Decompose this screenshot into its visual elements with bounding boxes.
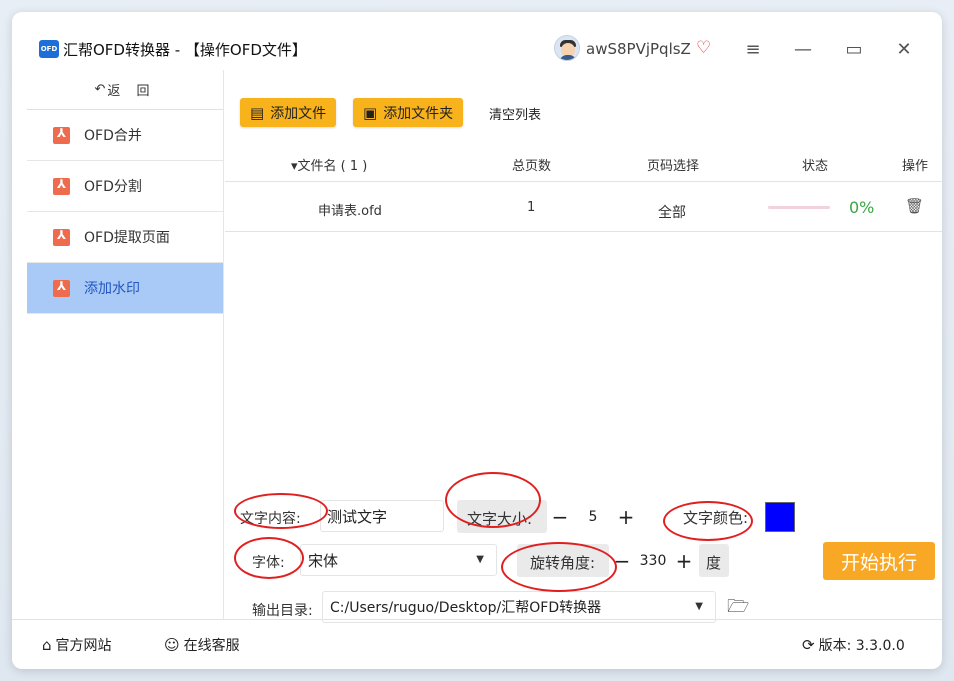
font-size-value[interactable]: 5 xyxy=(573,509,613,525)
font-label: 字体: xyxy=(252,555,285,571)
user-name[interactable]: awS8PVjPqlsZ xyxy=(586,40,691,58)
column-status: 状态 xyxy=(802,159,829,174)
text-color-label: 文字颜色: xyxy=(683,509,749,527)
trash-icon[interactable]: 🗑 xyxy=(905,197,924,215)
text-content-input[interactable]: 测试文字 xyxy=(320,500,444,532)
column-actions: 操作 xyxy=(902,159,929,174)
toolbar: ▤ 添加文件 ▣ 添加文件夹 清空列表 xyxy=(225,98,942,128)
increase-icon[interactable]: + xyxy=(613,505,639,529)
sidebar-item-ofd-merge[interactable]: OFD合并 xyxy=(27,110,223,161)
pdf-icon xyxy=(53,126,70,144)
column-filename[interactable]: ▾文件名 ( 1 ) xyxy=(291,155,367,174)
sidebar-item-label: OFD分割 xyxy=(84,179,142,195)
add-file-button[interactable]: ▤ 添加文件 xyxy=(240,98,337,127)
output-dir-label: 输出目录: xyxy=(252,603,313,619)
font-size-stepper[interactable]: − 5 + xyxy=(547,500,647,533)
file-icon: ▤ xyxy=(250,103,265,122)
back-button[interactable]: ↶ 返 回 xyxy=(27,70,223,110)
rotation-label-box: 旋转角度: xyxy=(517,544,609,577)
output-dir-value: C:/Users/ruguo/Desktop/汇帮OFD转换器 xyxy=(330,600,602,616)
rotation-label: 旋转角度: xyxy=(530,554,596,572)
menu-icon[interactable]: ≡ xyxy=(738,34,768,64)
chevron-down-icon: ▼ xyxy=(695,601,703,612)
add-file-label: 添加文件 xyxy=(270,105,327,122)
sidebar-item-ofd-extract[interactable]: OFD提取页面 xyxy=(27,212,223,263)
vip-heart-icon[interactable]: ♡ xyxy=(696,38,711,58)
add-folder-button[interactable]: ▣ 添加文件夹 xyxy=(353,98,464,127)
sidebar-item-label: OFD提取页面 xyxy=(84,230,170,246)
sidebar-item-label: 添加水印 xyxy=(84,281,140,297)
pdf-icon xyxy=(53,279,70,297)
home-icon: ⌂ xyxy=(42,636,52,654)
refresh-icon: ⟳ xyxy=(802,636,815,654)
version-info[interactable]: ⟳ 版本: 3.3.0.0 xyxy=(802,635,905,655)
decrease-icon[interactable]: − xyxy=(547,505,573,529)
sidebar-item-label: OFD合并 xyxy=(84,128,142,144)
support-agent-icon: ☺ xyxy=(164,636,180,654)
back-button-label: 返 回 xyxy=(107,84,156,99)
footer: ⌂ 官方网站 ☺ 在线客服 ⟳ 版本: 3.3.0.0 xyxy=(12,619,942,669)
close-button[interactable]: ✕ xyxy=(889,34,919,64)
font-size-label-box: 文字大小: xyxy=(457,500,547,533)
title-bar: OFD 汇帮OFD转换器 - 【操作OFD文件】 awS8PVjPqlsZ ♡ … xyxy=(12,12,942,70)
sidebar-item-ofd-split[interactable]: OFD分割 xyxy=(27,161,223,212)
user-avatar[interactable] xyxy=(554,35,580,61)
add-folder-label: 添加文件夹 xyxy=(383,105,454,122)
minimize-button[interactable]: — xyxy=(788,34,818,64)
font-select[interactable]: 宋体 ▼ xyxy=(300,544,497,576)
row-page-select[interactable]: 全部 xyxy=(658,202,686,222)
rotation-unit-box: 度 xyxy=(699,544,729,577)
row-pages: 1 xyxy=(527,200,536,215)
progress-bar xyxy=(768,206,830,209)
support-link[interactable]: ☺ 在线客服 xyxy=(164,635,240,655)
table-row[interactable]: 申请表.ofd 1 全部 0% 🗑 xyxy=(225,183,942,232)
progress-percent: 0% xyxy=(849,198,875,217)
back-arrow-icon: ↶ xyxy=(94,82,106,97)
chevron-down-icon: ▼ xyxy=(476,554,484,565)
column-pages: 总页数 xyxy=(512,159,552,174)
maximize-button[interactable]: ▭ xyxy=(839,34,869,64)
text-content-label: 文字内容: xyxy=(240,511,301,527)
start-button[interactable]: 开始执行 xyxy=(823,542,935,580)
support-label: 在线客服 xyxy=(183,638,240,654)
font-select-value: 宋体 xyxy=(308,552,339,570)
rotation-unit: 度 xyxy=(706,554,722,572)
version-label: 版本: 3.3.0.0 xyxy=(818,638,905,654)
sidebar-item-add-watermark[interactable]: 添加水印 xyxy=(27,263,223,314)
column-page-select: 页码选择 xyxy=(647,159,700,174)
pdf-icon xyxy=(53,177,70,195)
app-logo-icon: OFD xyxy=(39,40,59,58)
increase-icon[interactable]: + xyxy=(671,549,697,573)
clear-list-button[interactable]: 清空列表 xyxy=(489,104,541,123)
pdf-icon xyxy=(53,228,70,246)
decrease-icon[interactable]: − xyxy=(609,549,635,573)
website-link[interactable]: ⌂ 官方网站 xyxy=(42,635,112,655)
window-title: 汇帮OFD转换器 - 【操作OFD文件】 xyxy=(63,41,307,59)
app-window: OFD 汇帮OFD转换器 - 【操作OFD文件】 awS8PVjPqlsZ ♡ … xyxy=(12,12,942,669)
watermark-settings: 文字内容: 测试文字 文字大小: − 5 + 文字颜色: 字体: 宋体 ▼ 旋转… xyxy=(225,472,942,623)
row-filename: 申请表.ofd xyxy=(318,204,382,219)
table-header: ▾文件名 ( 1 ) 总页数 页码选择 状态 操作 xyxy=(225,142,942,182)
main-panel: ▤ 添加文件 ▣ 添加文件夹 清空列表 ▾文件名 ( 1 ) 总页数 页码选择 … xyxy=(225,70,942,623)
website-label: 官方网站 xyxy=(55,638,112,654)
rotation-stepper[interactable]: − 330 + xyxy=(609,544,699,577)
font-size-label: 文字大小: xyxy=(467,510,533,528)
sidebar: ↶ 返 回 OFD合并 OFD分割 OFD提取页面 添加水印 xyxy=(27,70,224,620)
text-color-swatch[interactable] xyxy=(765,502,795,532)
folder-plus-icon: ▣ xyxy=(363,103,378,122)
rotation-value[interactable]: 330 xyxy=(635,553,671,569)
